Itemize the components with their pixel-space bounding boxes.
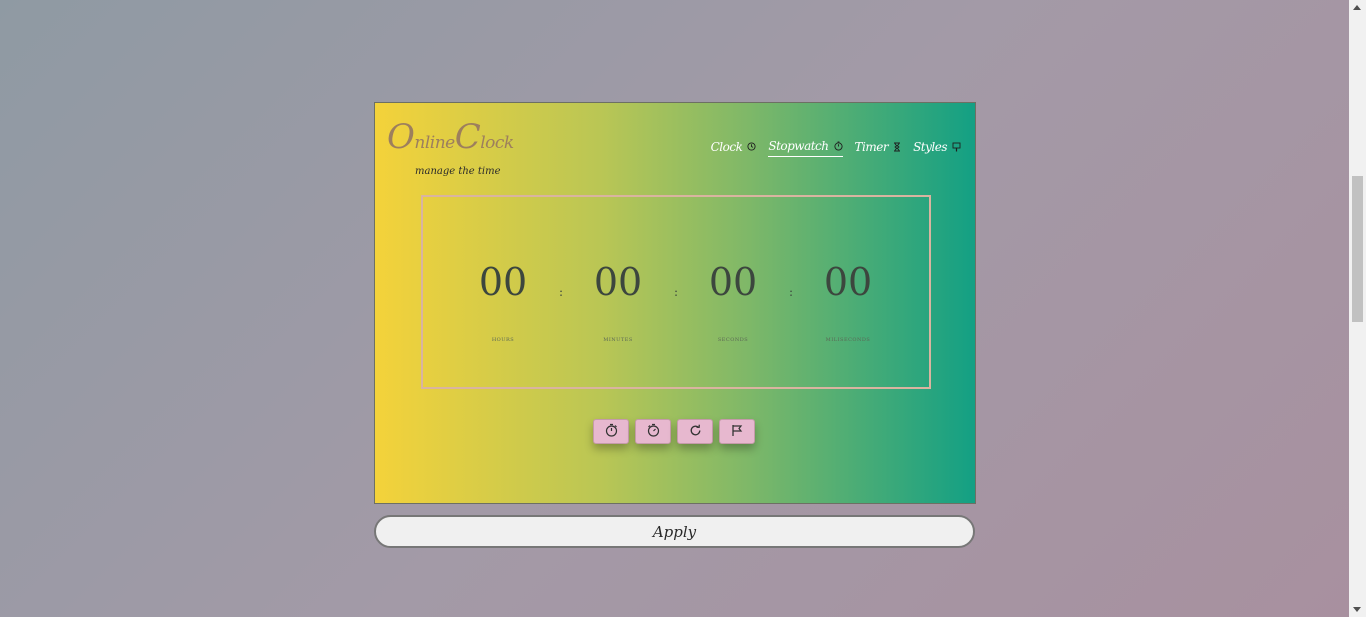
nav-clock-label: Clock — [710, 139, 743, 154]
hours-label: HOURS — [491, 337, 515, 343]
start-button[interactable] — [593, 419, 629, 444]
seconds-unit: 00 SECONDS — [693, 263, 773, 343]
stopwatch-icon — [833, 141, 843, 151]
lap-button[interactable] — [719, 419, 755, 444]
seconds-label: SECONDS — [717, 337, 749, 343]
logo-initial-c: C — [454, 117, 481, 157]
apply-button[interactable]: Apply — [374, 515, 975, 548]
reset-button[interactable] — [677, 419, 713, 444]
stopwatch-display: 00 HOURS : 00 MINUTES : 00 SECONDS : 00 … — [421, 195, 931, 389]
minutes-value: 00 — [593, 260, 643, 304]
logo: OnlineClock — [387, 117, 514, 157]
brush-icon — [952, 142, 961, 152]
hours-unit: 00 HOURS — [463, 263, 543, 343]
hours-value: 00 — [478, 260, 528, 304]
pause-button[interactable] — [635, 419, 671, 444]
minutes-label: MINUTES — [603, 337, 633, 343]
tagline: manage the time — [415, 166, 501, 177]
separator: : — [673, 285, 679, 299]
logo-word-clock-rest: lock — [480, 133, 514, 153]
vertical-scrollbar[interactable] — [1349, 0, 1366, 617]
nav-styles[interactable]: Styles — [913, 140, 961, 157]
nav-clock[interactable]: Clock — [711, 140, 757, 157]
logo-word-online-rest: nline — [414, 133, 455, 153]
nav-styles-label: Styles — [913, 139, 947, 154]
hourglass-icon — [893, 142, 901, 152]
stopwatch-start-icon — [605, 422, 618, 441]
minutes-unit: 00 MINUTES — [578, 263, 658, 343]
nav-timer-label: Timer — [854, 139, 889, 154]
scroll-thumb[interactable] — [1352, 176, 1363, 322]
stopwatch-pause-icon — [647, 422, 660, 441]
milliseconds-unit: 00 MILISECONDS — [808, 263, 888, 343]
clock-icon — [747, 142, 756, 151]
scroll-down-icon[interactable] — [1353, 607, 1361, 612]
logo-initial-o: O — [387, 117, 415, 157]
nav-stopwatch-label: Stopwatch — [768, 139, 829, 153]
milliseconds-value: 00 — [823, 260, 873, 304]
separator: : — [788, 285, 794, 299]
stopwatch-controls — [593, 419, 755, 444]
reset-icon — [689, 422, 702, 441]
online-clock-app: OnlineClock manage the time Clock Stopwa… — [374, 102, 976, 504]
nav-stopwatch[interactable]: Stopwatch — [768, 139, 843, 157]
scroll-up-icon[interactable] — [1353, 5, 1361, 10]
nav-timer[interactable]: Timer — [855, 140, 902, 157]
separator: : — [558, 285, 564, 299]
main-nav: Clock Stopwatch Timer Styles — [711, 139, 961, 157]
milliseconds-label: MILISECONDS — [825, 337, 871, 343]
seconds-value: 00 — [708, 260, 758, 304]
flag-icon — [731, 422, 743, 441]
